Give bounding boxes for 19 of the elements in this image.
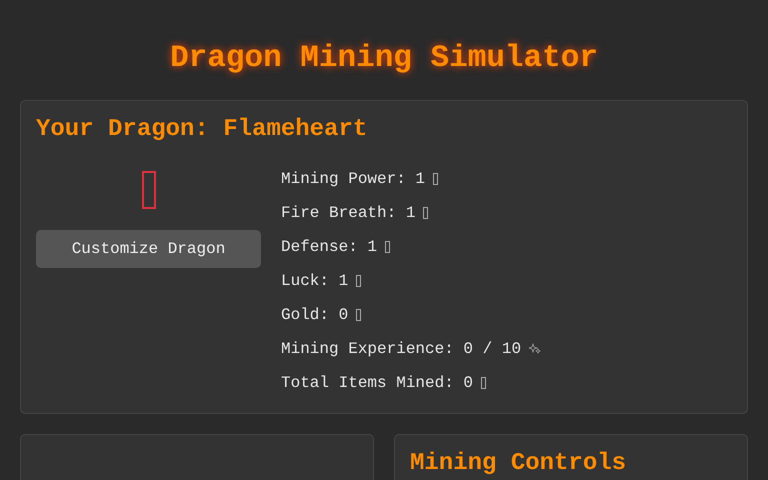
card-heading: Mining Controls: [410, 449, 628, 479]
missing-glyph-icon: [423, 207, 428, 219]
card-heading: Your Dragon: Flameheart: [36, 115, 368, 145]
stat-text: Luck: 1: [281, 271, 348, 291]
missing-glyph-icon: [385, 241, 390, 253]
stat-text: Mining Experience: 0 / 10: [281, 339, 522, 359]
stat-text: Fire Breath: 1: [281, 203, 416, 223]
sparkle-icon: [529, 343, 542, 355]
customize-dragon-button[interactable]: Customize Dragon: [36, 230, 261, 268]
stat-text: Gold: 0: [281, 305, 348, 325]
missing-glyph-icon: [356, 309, 362, 321]
missing-glyph-icon: [433, 173, 438, 185]
missing-glyph-icon: [356, 275, 362, 287]
missing-glyph-icon: [481, 377, 486, 389]
stat-text: Defense: 1: [281, 237, 378, 257]
missing-glyph-icon: [142, 171, 156, 209]
page-title: Dragon Mining Simulator: [169, 40, 599, 78]
stat-text: Mining Power: 1: [281, 169, 426, 189]
stat-text: Total Items Mined: 0: [281, 373, 474, 393]
